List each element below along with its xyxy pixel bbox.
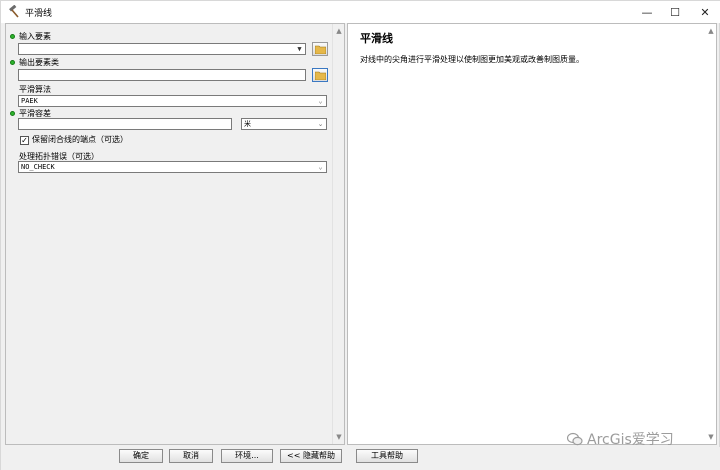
required-indicator-icon: [10, 34, 15, 39]
chevron-down-icon[interactable]: ⌄: [316, 97, 325, 105]
required-indicator-icon: [10, 111, 15, 116]
watermark: ArcGis爱学习: [567, 429, 674, 449]
tolerance-unit-value: 米: [244, 120, 251, 128]
chevron-down-icon[interactable]: ⌄: [316, 120, 325, 128]
tool-dialog: 平滑线 — ☐ ✕ 输入要素 ▼ 输出要素类 平滑算法 PAEK ⌄ 平滑容差 …: [0, 0, 720, 470]
environments-button[interactable]: 环境...: [221, 449, 273, 463]
help-title: 平滑线: [360, 32, 393, 45]
smoothing-algorithm-select[interactable]: PAEK ⌄: [18, 95, 327, 107]
wechat-icon: [567, 432, 583, 446]
parameters-scrollbar[interactable]: ▲ ▼: [332, 24, 344, 444]
scroll-up-icon[interactable]: ▲: [706, 26, 716, 36]
title-bar[interactable]: 平滑线 — ☐ ✕: [1, 1, 720, 23]
window-title: 平滑线: [25, 9, 53, 19]
ok-button[interactable]: 确定: [119, 449, 163, 463]
folder-icon: [315, 45, 326, 54]
help-panel: 平滑线 对线中的尖角进行平滑处理以使制图更加美观或改善制图质量。 ▲ ▼: [347, 23, 717, 445]
smoothing-algorithm-label: 平滑算法: [19, 85, 51, 94]
preserve-endpoints-label: 保留闭合线的端点（可选）: [32, 135, 128, 144]
tool-help-button[interactable]: 工具帮助: [356, 449, 418, 463]
folder-icon: [315, 71, 326, 80]
preserve-endpoints-checkbox[interactable]: ✓: [20, 136, 29, 145]
minimize-button[interactable]: —: [633, 1, 661, 23]
scroll-down-icon[interactable]: ▼: [706, 432, 716, 442]
browse-output-button[interactable]: [312, 68, 328, 82]
tolerance-unit-select[interactable]: 米 ⌄: [241, 118, 327, 130]
chevron-down-icon[interactable]: ⌄: [316, 163, 325, 171]
scroll-up-icon[interactable]: ▲: [334, 26, 344, 36]
output-feature-class-field[interactable]: [18, 69, 306, 81]
smoothing-tolerance-input[interactable]: [18, 118, 232, 130]
help-description: 对线中的尖角进行平滑处理以使制图更加美观或改善制图质量。: [360, 55, 584, 64]
hammer-icon: [7, 4, 21, 19]
scroll-down-icon[interactable]: ▼: [334, 432, 344, 442]
input-features-field[interactable]: ▼: [18, 43, 306, 55]
browse-input-button[interactable]: [312, 42, 328, 56]
output-feature-class-label: 输出要素类: [19, 58, 59, 67]
maximize-button[interactable]: ☐: [661, 1, 689, 23]
required-indicator-icon: [10, 60, 15, 65]
smoothing-algorithm-value: PAEK: [21, 97, 38, 105]
watermark-text: ArcGis爱学习: [587, 432, 674, 448]
input-features-label: 输入要素: [19, 32, 51, 41]
help-scrollbar[interactable]: ▲ ▼: [706, 24, 716, 444]
chevron-down-icon[interactable]: ▼: [295, 45, 304, 53]
hide-help-button[interactable]: << 隐藏帮助: [280, 449, 342, 463]
close-button[interactable]: ✕: [691, 1, 719, 23]
parameters-panel: 输入要素 ▼ 输出要素类 平滑算法 PAEK ⌄ 平滑容差 米 ⌄ ✓ 保留闭合…: [5, 23, 345, 445]
error-option-select[interactable]: NO_CHECK ⌄: [18, 161, 327, 173]
button-bar: 确定 取消 环境... << 隐藏帮助 工具帮助: [1, 447, 720, 470]
cancel-button[interactable]: 取消: [169, 449, 213, 463]
error-option-value: NO_CHECK: [21, 163, 55, 171]
